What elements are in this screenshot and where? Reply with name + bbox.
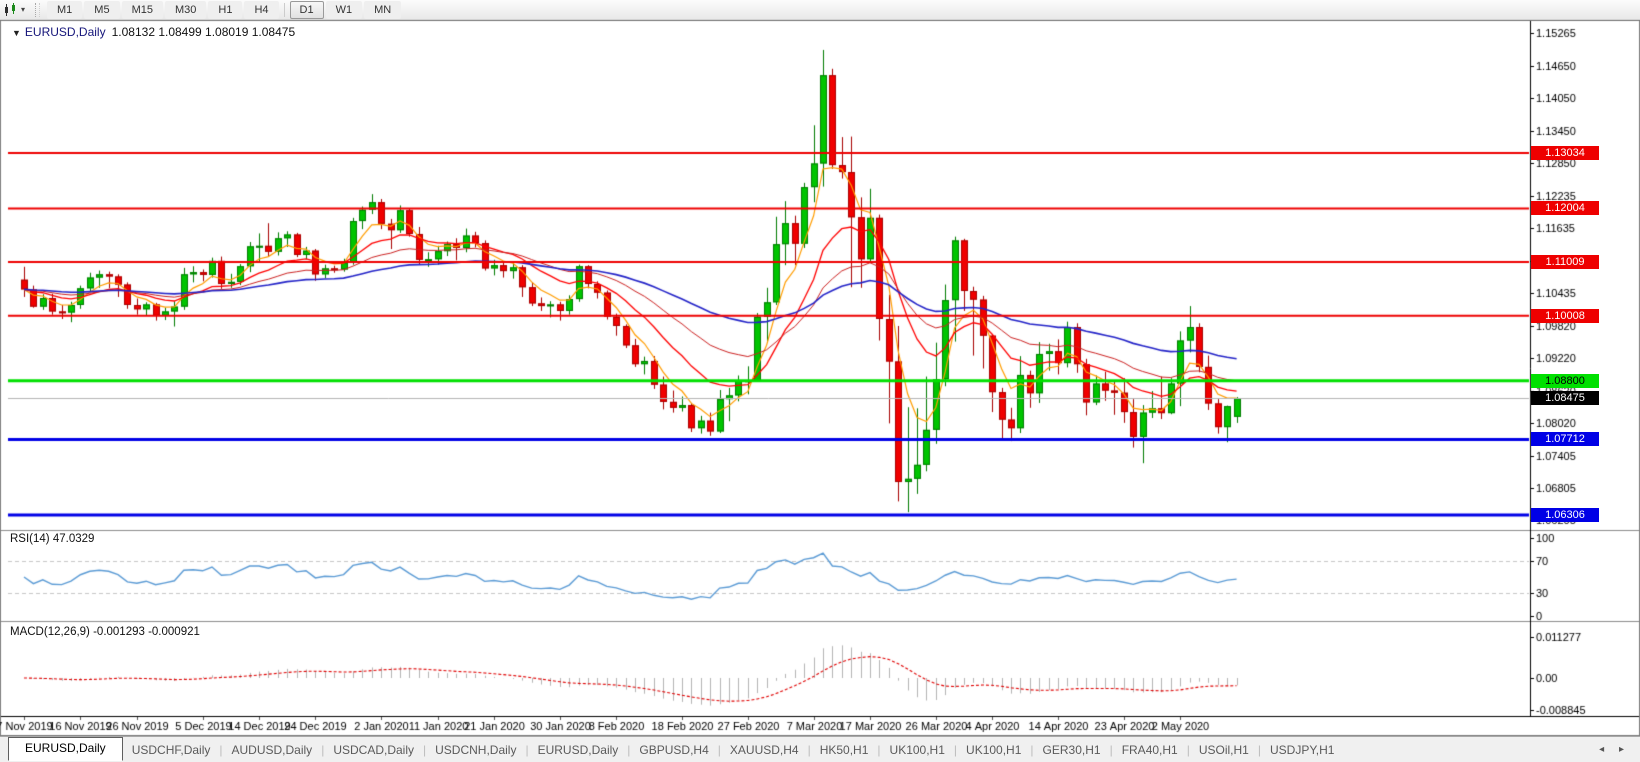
price-chart-canvas[interactable] xyxy=(0,20,1640,736)
price-level-badge-1.13034[interactable]: 1.13034 xyxy=(1531,146,1599,160)
dropdown-caret-icon: ▾ xyxy=(21,5,25,14)
rsi-name: RSI(14) xyxy=(10,533,50,545)
toolbar-grip xyxy=(35,3,40,17)
timeframe-button-m15[interactable]: M15 xyxy=(122,1,163,19)
chart-tab-uk100-h1[interactable]: UK100,H1 xyxy=(881,743,954,757)
timeframe-button-d1[interactable]: D1 xyxy=(290,1,324,19)
chart-tab-gbpusd-h4[interactable]: GBPUSD,H4 xyxy=(630,743,717,757)
chart-window: ▼ EURUSD,Daily 1.08132 1.08499 1.08019 1.0… xyxy=(0,20,1640,736)
chart-symbol-label: EURUSD,Daily xyxy=(25,25,106,39)
macd-name: MACD(12,26,9) xyxy=(10,626,90,638)
chart-tab-fra40-h1[interactable]: FRA40,H1 xyxy=(1113,743,1187,757)
symbol-tab-bar: EURUSD,Daily USDCHF,Daily|AUDUSD,Daily|U… xyxy=(0,736,1640,762)
chart-tab-xauusd-h4[interactable]: XAUUSD,H4 xyxy=(721,743,808,757)
chart-title: ▼ EURUSD,Daily 1.08132 1.08499 1.08019 1.0… xyxy=(12,25,295,39)
chart-tab-audusd-daily[interactable]: AUDUSD,Daily xyxy=(223,743,322,757)
candlestick-chart-icon xyxy=(3,3,19,17)
price-level-badge-1.07712[interactable]: 1.07712 xyxy=(1531,432,1599,446)
macd-values: -0.001293 -0.000921 xyxy=(93,626,200,638)
timeframe-button-w1[interactable]: W1 xyxy=(326,1,363,19)
timeframe-button-h4[interactable]: H4 xyxy=(244,1,278,19)
rsi-indicator-label: RSI(14) 47.0329 xyxy=(10,533,94,545)
tab-scroll-arrows[interactable]: ◂ ▸ xyxy=(1599,744,1640,755)
chart-tab-usoil-h1[interactable]: USOil,H1 xyxy=(1190,743,1258,757)
timeframe-button-mn[interactable]: MN xyxy=(364,1,401,19)
timeframe-toolbar: ▾ M1 M5 M15 M30 H1 H4 D1 W1 MN xyxy=(0,0,1640,20)
timeframe-button-m5[interactable]: M5 xyxy=(84,1,119,19)
chart-tab-usdcad-daily[interactable]: USDCAD,Daily xyxy=(324,743,423,757)
chart-tab-usdjpy-h1[interactable]: USDJPY,H1 xyxy=(1261,743,1343,757)
price-level-badge-1.11009[interactable]: 1.11009 xyxy=(1531,255,1599,269)
chart-tab-usdcnh-daily[interactable]: USDCNH,Daily xyxy=(426,743,525,757)
timeframe-button-m1[interactable]: M1 xyxy=(47,1,82,19)
macd-indicator-label: MACD(12,26,9) -0.001293 -0.000921 xyxy=(10,626,200,638)
chart-tool-button[interactable]: ▾ xyxy=(0,3,29,17)
chart-tab-uk100-h1[interactable]: UK100,H1 xyxy=(957,743,1030,757)
symbol-dropdown-icon[interactable]: ▼ xyxy=(12,28,21,38)
chart-tab-hk50-h1[interactable]: HK50,H1 xyxy=(811,743,878,757)
timeframe-button-m30[interactable]: M30 xyxy=(165,1,206,19)
chart-tab-eurusd-daily[interactable]: EURUSD,Daily xyxy=(8,737,123,761)
current-price-badge[interactable]: 1.08475 xyxy=(1531,391,1599,405)
chart-tab-ger30-h1[interactable]: GER30,H1 xyxy=(1034,743,1110,757)
price-level-badge-1.10008[interactable]: 1.10008 xyxy=(1531,309,1599,323)
chart-ohlc-values: 1.08132 1.08499 1.08019 1.08475 xyxy=(112,25,296,39)
chart-tab-eurusd-daily[interactable]: EURUSD,Daily xyxy=(529,743,628,757)
chart-tab-usdchf-daily[interactable]: USDCHF,Daily xyxy=(123,743,220,757)
price-level-badge-1.12004[interactable]: 1.12004 xyxy=(1531,201,1599,215)
price-level-badge-1.06306[interactable]: 1.06306 xyxy=(1531,508,1599,522)
price-level-badge-1.08800[interactable]: 1.08800 xyxy=(1531,374,1599,388)
timeframe-button-h1[interactable]: H1 xyxy=(208,1,242,19)
toolbar-separator xyxy=(284,3,285,17)
rsi-value: 47.0329 xyxy=(53,533,95,545)
